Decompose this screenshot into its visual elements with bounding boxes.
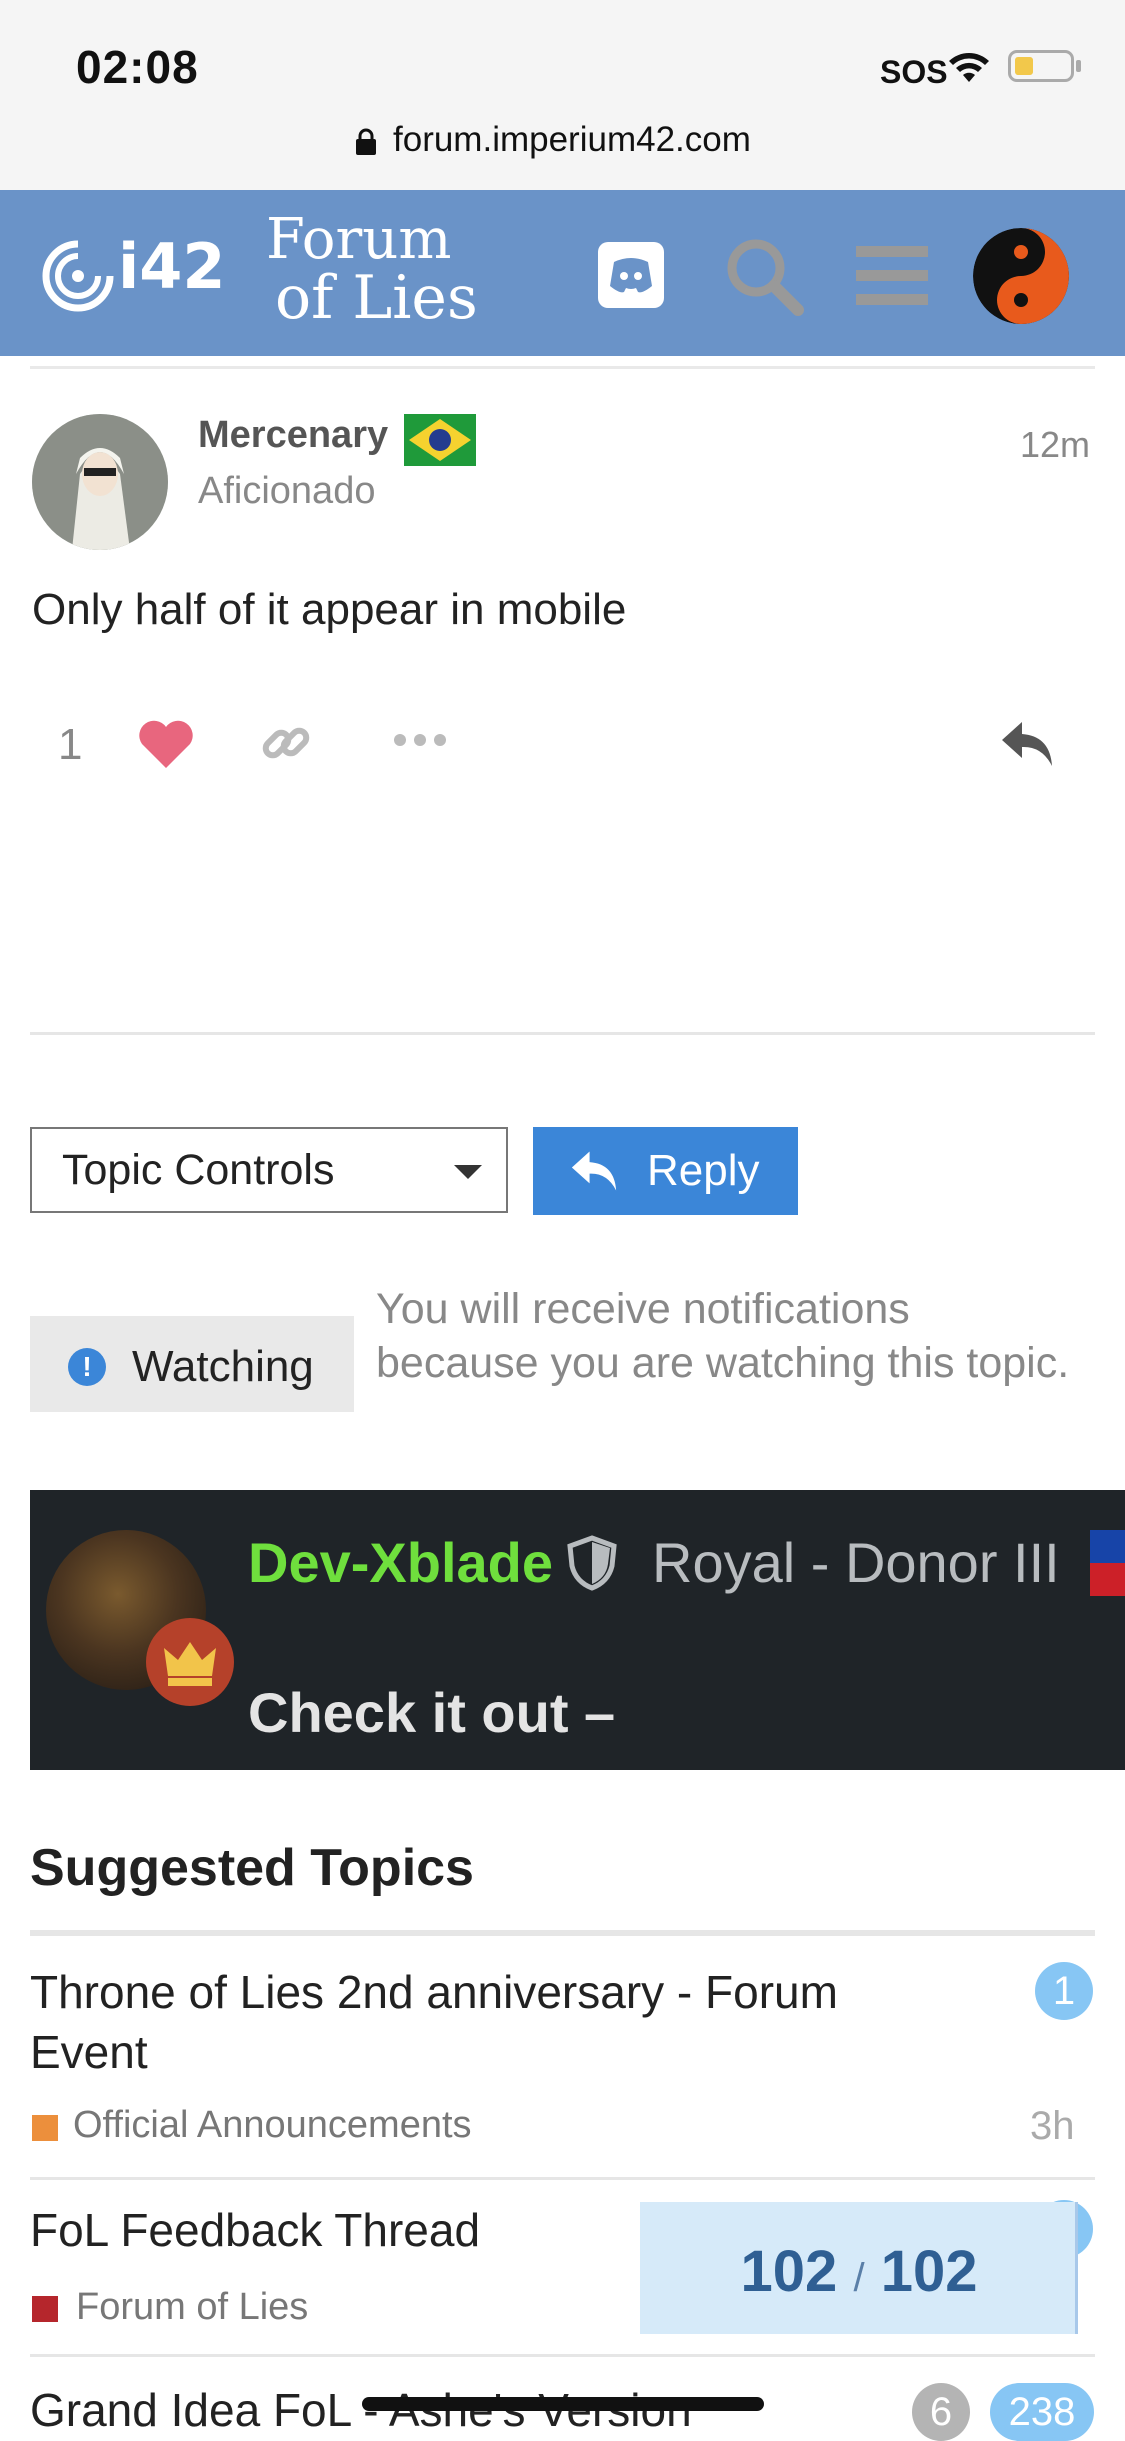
suggested-topics-divider (30, 1930, 1095, 1936)
suggested-topic-title[interactable]: FoL Feedback Thread (30, 2200, 480, 2260)
signature-name: Dev-Xblade (248, 1531, 553, 1594)
suggested-topic-category[interactable]: Official Announcements (73, 2104, 472, 2147)
post-divider (30, 1032, 1095, 1035)
status-time: 02:08 (76, 41, 199, 93)
notification-description: You will receive notifications because y… (376, 1285, 1070, 1387)
browser-status-bar (0, 0, 1125, 190)
topic-progress-counter[interactable]: 102 / 102 (640, 2238, 1078, 2305)
brazil-flag-icon (404, 414, 476, 471)
chevron-down-icon (454, 1165, 482, 1179)
more-actions-button[interactable] (392, 730, 448, 755)
yin-yang-avatar-icon (973, 228, 1069, 324)
exclamation-icon: ! (68, 1348, 106, 1386)
suggested-topics-heading: Suggested Topics (30, 1839, 474, 1897)
menu-icon (856, 246, 928, 305)
notification-level-label[interactable]: Watching (132, 1342, 314, 1392)
shield-icon (566, 1534, 618, 1597)
category-color-square (32, 2296, 58, 2322)
swirl-logo-icon (38, 236, 118, 321)
battery-level (1015, 57, 1033, 75)
reply-count-badge[interactable]: 6 (912, 2383, 970, 2441)
discord-icon (610, 258, 652, 293)
current-user-avatar[interactable] (973, 228, 1069, 324)
lock-icon (355, 128, 377, 161)
post-timestamp[interactable]: 12m (1020, 424, 1090, 466)
discord-button[interactable] (598, 242, 664, 308)
list-divider (30, 2354, 1095, 2357)
heart-icon (139, 720, 193, 768)
unread-count-badge[interactable]: 238 (990, 2383, 1094, 2441)
reply-icon (1002, 722, 1052, 766)
ellipsis-icon (394, 734, 446, 746)
battery-nub (1076, 60, 1081, 72)
reply-arrow-icon (568, 1148, 620, 1199)
topic-controls-label[interactable]: Topic Controls (62, 1146, 334, 1195)
header-divider (30, 366, 1095, 369)
crown-icon (146, 1618, 234, 1706)
category-color-square (32, 2115, 58, 2141)
hamburger-menu-button[interactable] (856, 244, 928, 313)
signature-rank: Royal - Donor III (652, 1531, 1060, 1594)
site-logo-i42[interactable]: i42 (118, 230, 226, 303)
like-count[interactable]: 1 (58, 720, 82, 770)
post-author-title: Aficionado (198, 470, 376, 512)
suggested-topic-age: 3h (1030, 2104, 1075, 2148)
signature-call-to-action: Check it out – (248, 1681, 616, 1744)
like-button[interactable] (137, 718, 195, 775)
share-link-button[interactable] (258, 715, 314, 776)
reply-button-label[interactable]: Reply (647, 1146, 760, 1196)
post-author-username[interactable]: Mercenary (198, 414, 388, 457)
url-bar[interactable]: forum.imperium42.com (393, 120, 751, 160)
forum-logo-title[interactable]: Forum (266, 212, 451, 268)
post-reply-button[interactable] (998, 718, 1056, 775)
search-icon (727, 239, 804, 316)
post-author-avatar[interactable] (32, 414, 168, 550)
search-button[interactable] (722, 234, 808, 325)
suggested-topic-title[interactable]: Throne of Lies 2nd anniversary - Forum E… (30, 1962, 850, 2082)
unread-count-badge[interactable]: 1 (1035, 1962, 1093, 2020)
status-carrier: SOS (880, 54, 948, 90)
link-icon (262, 727, 310, 759)
progress-current: 102 (740, 2239, 838, 2304)
post-body: Only half of it appear in mobile (32, 585, 627, 634)
wifi-icon (945, 46, 993, 91)
progress-separator: / (853, 2256, 865, 2300)
flag-icon (1090, 1530, 1125, 1596)
forum-logo-subtitle[interactable]: of Lies (275, 268, 478, 328)
list-divider (30, 2177, 1095, 2180)
home-indicator[interactable] (362, 2397, 764, 2411)
progress-total: 102 (880, 2239, 978, 2304)
suggested-topic-category[interactable]: Forum of Lies (76, 2286, 308, 2329)
